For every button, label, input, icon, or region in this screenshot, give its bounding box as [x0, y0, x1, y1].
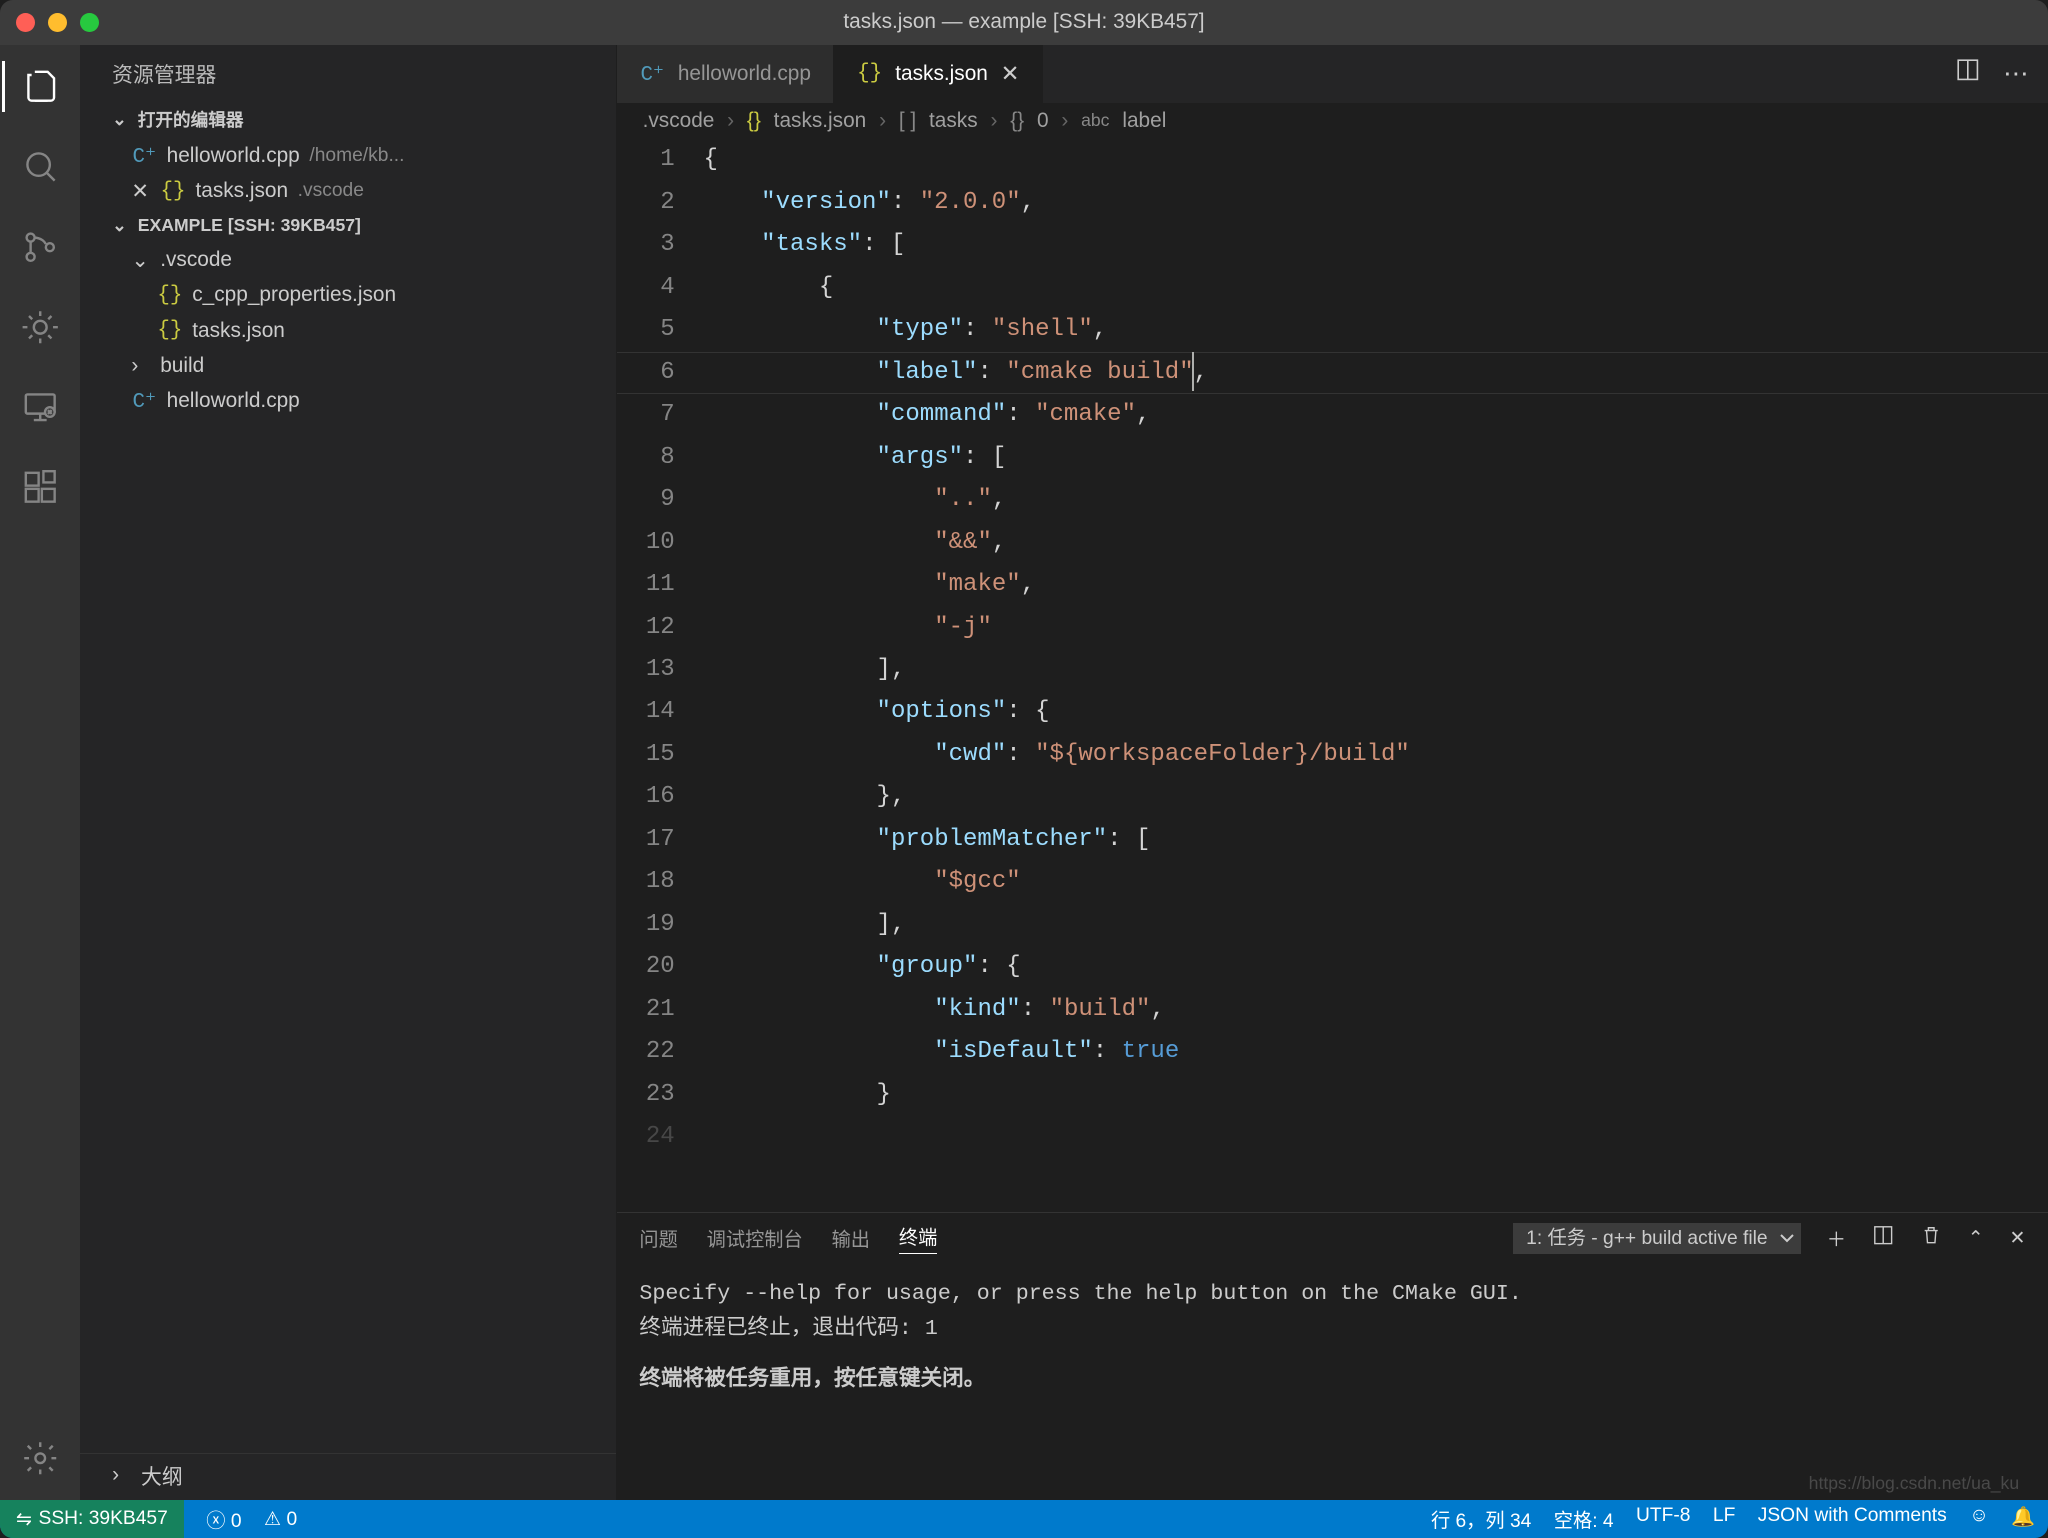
window-title: tasks.json — example [SSH: 39KB457] [0, 10, 2048, 34]
json-icon: {} [157, 319, 183, 342]
remote-explorer-icon[interactable] [2, 381, 79, 432]
close-icon[interactable]: ✕ [131, 179, 150, 204]
breadcrumb[interactable]: .vscode› {}tasks.json› [ ]tasks› {}0› ab… [617, 103, 2048, 140]
minimize-window-icon[interactable] [48, 13, 67, 32]
activity-bar [0, 45, 80, 1500]
open-editor-tasks[interactable]: ✕{}tasks.json .vscode [80, 174, 616, 209]
cpp-icon: C⁺ [639, 61, 665, 87]
workspace-section[interactable]: ⌄EXAMPLE [SSH: 39KB457] [80, 209, 616, 243]
outline-section[interactable]: ›大纲 [80, 1453, 616, 1500]
settings-gear-icon[interactable] [2, 1433, 79, 1484]
panel-tab-debug[interactable]: 调试控制台 [707, 1224, 803, 1252]
line-gutter: 123456789101112131415161718192021222324 [617, 139, 704, 1211]
explorer-sidebar: 资源管理器 ⌄打开的编辑器 C⁺helloworld.cpp /home/kb.… [80, 45, 617, 1500]
window-controls [16, 13, 99, 32]
notifications-icon[interactable]: 🔔 [2011, 1505, 2035, 1533]
status-warnings[interactable]: ⚠ 0 [264, 1507, 297, 1531]
indentation[interactable]: 空格: 4 [1554, 1505, 1614, 1533]
explorer-icon[interactable] [2, 61, 79, 112]
close-tab-icon[interactable]: ✕ [1001, 61, 1020, 87]
new-terminal-icon[interactable]: ＋ [1827, 1224, 1846, 1252]
split-editor-icon[interactable] [1955, 57, 1981, 90]
folder-build[interactable]: ›build [80, 348, 616, 383]
language-mode[interactable]: JSON with Comments [1758, 1505, 1947, 1533]
more-actions-icon[interactable]: ⋯ [2003, 59, 2029, 89]
status-errors[interactable]: ⓧ 0 [206, 1505, 241, 1533]
close-window-icon[interactable] [16, 13, 35, 32]
remote-indicator[interactable]: ⇋SSH: 39KB457 [0, 1500, 184, 1538]
status-bar: ⇋SSH: 39KB457 ⓧ 0 ⚠ 0 行 6，列 34 空格: 4 UTF… [0, 1500, 2048, 1538]
sidebar-title: 资源管理器 [80, 45, 616, 101]
json-icon: {} [157, 284, 183, 307]
eol[interactable]: LF [1713, 1505, 1735, 1533]
code-content[interactable]: { "version": "2.0.0", "tasks": [ { "type… [703, 139, 2048, 1211]
debug-icon[interactable] [2, 301, 79, 352]
maximize-panel-icon[interactable]: ⌃ [1968, 1226, 1984, 1250]
split-terminal-icon[interactable] [1872, 1224, 1894, 1252]
open-editor-helloworld[interactable]: C⁺helloworld.cpp /home/kb... [80, 138, 616, 173]
open-editors-section[interactable]: ⌄打开的编辑器 [80, 100, 616, 138]
json-icon: {} [857, 62, 883, 85]
panel-tab-problems[interactable]: 问题 [639, 1224, 677, 1252]
cpp-icon: C⁺ [131, 143, 157, 169]
close-panel-icon[interactable]: ✕ [2009, 1226, 2025, 1250]
tab-tasks[interactable]: {}tasks.json✕ [834, 45, 1043, 103]
terminal-output[interactable]: Specify --help for usage, or press the h… [617, 1264, 2048, 1500]
cursor-position[interactable]: 行 6，列 34 [1431, 1505, 1531, 1533]
tab-helloworld[interactable]: C⁺helloworld.cpp [617, 45, 834, 103]
editor-area: C⁺helloworld.cpp {}tasks.json✕ ⋯ .vscode… [617, 45, 2048, 1500]
feedback-icon[interactable]: ☺ [1969, 1505, 1989, 1533]
folder-vscode[interactable]: ⌄.vscode [80, 243, 616, 278]
code-editor[interactable]: 123456789101112131415161718192021222324 … [617, 139, 2048, 1211]
maximize-window-icon[interactable] [80, 13, 99, 32]
json-icon: {} [160, 180, 186, 203]
bottom-panel: 问题 调试控制台 输出 终端 1: 任务 - g++ build active … [617, 1212, 2048, 1500]
kill-terminal-icon[interactable] [1920, 1224, 1942, 1252]
panel-tab-terminal[interactable]: 终端 [899, 1222, 937, 1254]
encoding[interactable]: UTF-8 [1636, 1505, 1690, 1533]
minimap[interactable] [1894, 139, 2048, 1211]
remote-icon: ⇋ [16, 1507, 32, 1531]
cpp-icon: C⁺ [131, 388, 157, 414]
source-control-icon[interactable] [2, 221, 79, 272]
watermark: https://blog.csdn.net/ua_ku [1809, 1473, 2019, 1494]
file-c-cpp-properties[interactable]: {}c_cpp_properties.json [80, 278, 616, 313]
editor-tabs: C⁺helloworld.cpp {}tasks.json✕ ⋯ [617, 45, 2048, 103]
titlebar: tasks.json — example [SSH: 39KB457] [0, 0, 2048, 45]
extensions-icon[interactable] [2, 461, 79, 512]
file-helloworld-cpp[interactable]: C⁺helloworld.cpp [80, 384, 616, 419]
file-tasks-json[interactable]: {}tasks.json [80, 313, 616, 348]
terminal-selector[interactable]: 1: 任务 - g++ build active file [1513, 1223, 1801, 1254]
search-icon[interactable] [2, 141, 79, 192]
panel-tab-output[interactable]: 输出 [832, 1224, 870, 1252]
